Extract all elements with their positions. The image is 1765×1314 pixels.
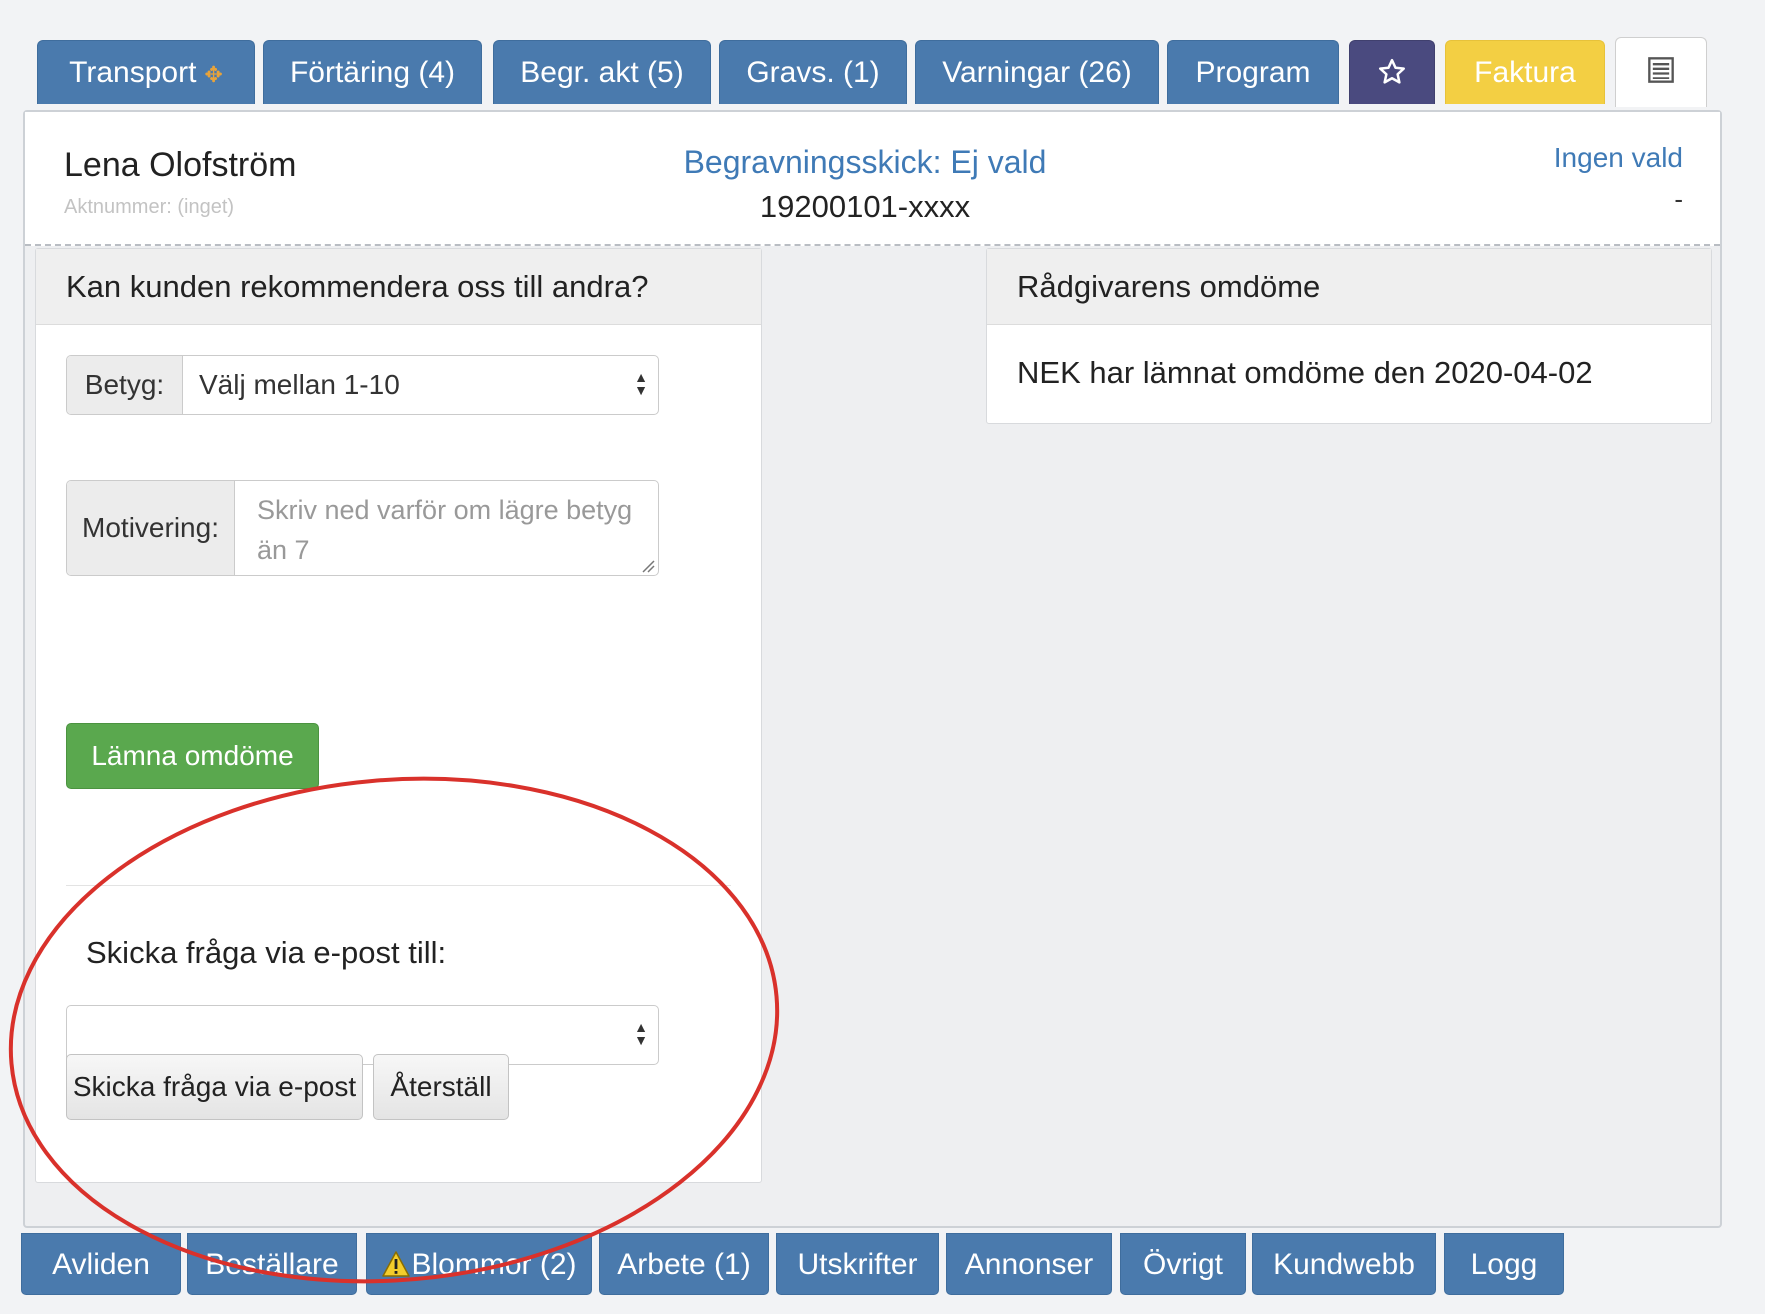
send-email-label: Skicka fråga via e-post till: — [86, 935, 447, 970]
tab-arbete[interactable]: Arbete (1) — [599, 1233, 769, 1295]
tab-label: Logg — [1470, 1248, 1538, 1281]
tab-fortaring[interactable]: Förtäring (4) — [263, 40, 482, 104]
header-dash: - — [1674, 184, 1683, 214]
tab-transport[interactable]: Transport ✥ — [37, 40, 255, 104]
case-header: Lena Olofström Aktnummer: (inget) Begrav… — [25, 112, 1720, 246]
star-icon — [1379, 58, 1405, 84]
tab-label: Kundwebb — [1273, 1248, 1415, 1281]
advisor-review-text: NEK har lämnat omdöme den 2020-04-02 — [1017, 355, 1593, 390]
tab-utskrifter[interactable]: Utskrifter — [776, 1233, 939, 1295]
tab-gravs[interactable]: Gravs. (1) — [719, 40, 907, 104]
tab-label: Blommor (2) — [411, 1248, 577, 1281]
tab-label: Gravs. (1) — [746, 56, 880, 89]
resize-handle-icon[interactable] — [641, 559, 655, 573]
motivering-placeholder: Skriv ned varför om lägre betyg än 7 — [257, 495, 633, 565]
move-icon: ✥ — [204, 62, 223, 87]
personnummer: 19200101-xxxx — [759, 189, 971, 224]
aktnummer: Aktnummer: (inget) — [64, 196, 235, 218]
tab-list-view[interactable] — [1615, 37, 1707, 107]
advisor-card-title: Rådgivarens omdöme — [987, 249, 1711, 325]
tab-bestallare[interactable]: Beställare — [187, 1233, 357, 1295]
motivering-textarea[interactable]: Skriv ned varför om lägre betyg än 7 — [235, 481, 658, 575]
divider — [66, 885, 731, 886]
tab-label: Avliden — [52, 1248, 150, 1281]
recommend-card-title: Kan kunden rekommendera oss till andra? — [36, 249, 761, 325]
tab-label: Beställare — [205, 1248, 339, 1281]
tab-kundwebb[interactable]: Kundwebb — [1252, 1233, 1436, 1295]
betyg-select-value: Välj mellan 1-10 — [199, 369, 400, 400]
tab-label: Varningar (26) — [942, 56, 1132, 89]
send-email-button[interactable]: Skicka fråga via e-post — [66, 1054, 363, 1120]
motivering-label: Motivering: — [67, 481, 235, 575]
betyg-group: Betyg: Välj mellan 1-10 ▲ ▼ — [66, 355, 659, 415]
tab-label: Begr. akt (5) — [520, 56, 684, 89]
updown-icon: ▲ ▼ — [634, 369, 648, 398]
motivering-group: Motivering: Skriv ned varför om lägre be… — [66, 480, 659, 576]
main-panel: Lena Olofström Aktnummer: (inget) Begrav… — [23, 110, 1722, 1228]
tab-label: Förtäring (4) — [289, 56, 456, 89]
betyg-label: Betyg: — [67, 356, 183, 414]
updown-icon: ▲ ▼ — [634, 1019, 648, 1048]
warning-icon — [382, 1251, 411, 1277]
tab-favorite[interactable] — [1349, 40, 1435, 104]
tab-blommor[interactable]: Blommor (2) — [366, 1233, 592, 1295]
reset-button[interactable]: Återställ — [373, 1054, 509, 1120]
tab-annonser[interactable]: Annonser — [946, 1233, 1112, 1295]
list-icon — [1648, 57, 1674, 83]
deceased-name: Lena Olofström — [64, 146, 297, 184]
tab-logg[interactable]: Logg — [1444, 1233, 1564, 1295]
begravningsskick-link[interactable]: Begravningsskick: Ej vald — [665, 144, 1065, 181]
tab-faktura[interactable]: Faktura — [1445, 40, 1605, 104]
tab-label: Arbete (1) — [617, 1248, 751, 1281]
betyg-select[interactable]: Välj mellan 1-10 ▲ ▼ — [183, 356, 658, 414]
tab-label: Transport — [69, 56, 197, 89]
tab-avliden[interactable]: Avliden — [21, 1233, 181, 1295]
tab-begr-akt[interactable]: Begr. akt (5) — [493, 40, 711, 104]
advisor-card: Rådgivarens omdöme NEK har lämnat omdöme… — [986, 248, 1712, 424]
tab-label: Faktura — [1474, 56, 1576, 89]
tab-label: Utskrifter — [797, 1248, 918, 1281]
tab-ovrigt[interactable]: Övrigt — [1120, 1233, 1246, 1295]
tab-label: Annonser — [964, 1248, 1094, 1281]
ingen-vald-link[interactable]: Ingen vald — [1554, 142, 1683, 174]
tab-label: Program — [1195, 56, 1311, 89]
submit-review-button[interactable]: Lämna omdöme — [66, 723, 319, 789]
tab-label: Övrigt — [1142, 1248, 1223, 1281]
tab-varningar[interactable]: Varningar (26) — [915, 40, 1159, 104]
recommend-card: Kan kunden rekommendera oss till andra? … — [35, 248, 762, 1183]
tab-program[interactable]: Program — [1167, 40, 1339, 104]
